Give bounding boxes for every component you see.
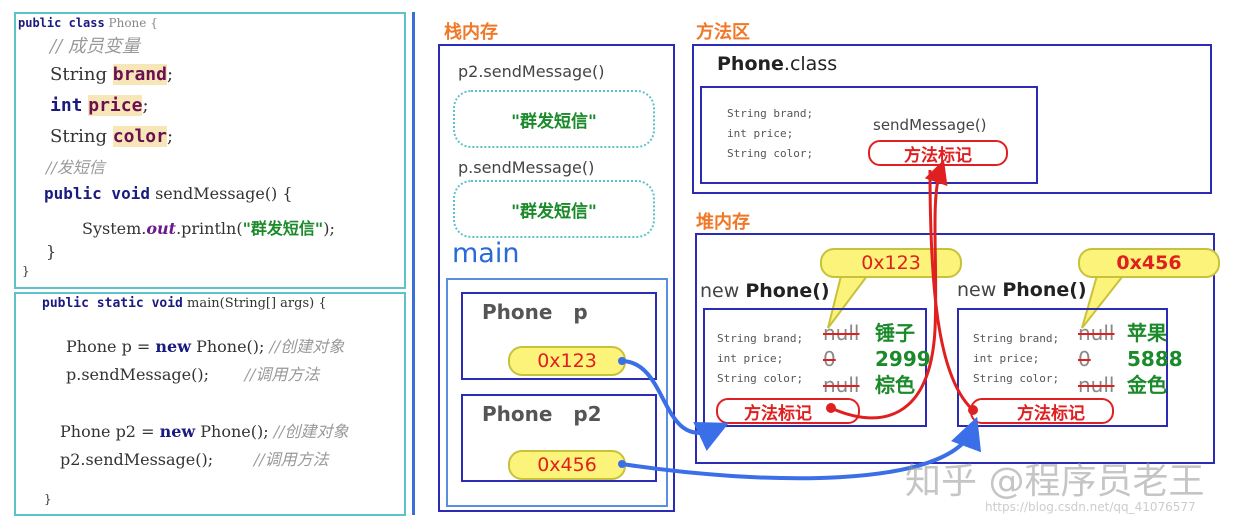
- reference-arrows: [618, 159, 981, 481]
- arrow-mark-to-method: [830, 159, 948, 420]
- watermark: 知乎 @程序员老王: [905, 461, 1205, 502]
- arrow-p-to-object: [621, 359, 729, 451]
- watermark-url: https://blog.csdn.net/qq_41076577: [985, 500, 1196, 514]
